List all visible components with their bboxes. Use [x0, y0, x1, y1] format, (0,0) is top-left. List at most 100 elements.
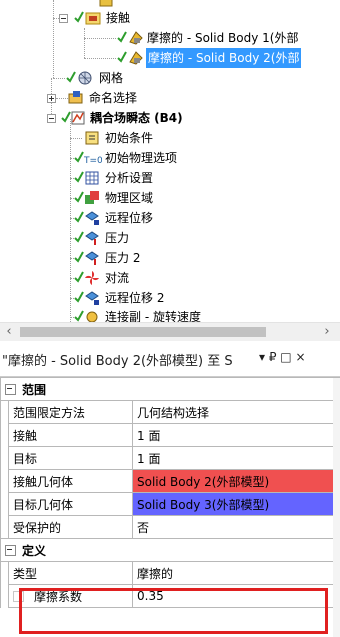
- scroll-right-icon[interactable]: ›: [318, 323, 336, 341]
- tree-item-connections-contact[interactable]: 接触: [58, 8, 338, 28]
- check-icon: [74, 211, 84, 223]
- tree-horizontal-scrollbar[interactable]: ‹ ›: [0, 322, 340, 341]
- tree-item-label: 初始条件: [105, 131, 154, 145]
- tree-item-pressure-2[interactable]: 压力 2: [70, 248, 330, 268]
- section-header-scope[interactable]: 范围: [0, 377, 340, 401]
- property-key: 目标几何体: [8, 492, 133, 516]
- tree-item-friction-1[interactable]: 摩擦的 - Solid Body 1(外部: [84, 28, 340, 48]
- tree-item-label: 网格: [99, 71, 124, 85]
- check-icon: [74, 291, 84, 303]
- property-key: 目标: [8, 446, 133, 470]
- tree-item-label: 接触: [106, 11, 131, 25]
- svg-text:T=0: T=0: [84, 156, 102, 166]
- mesh-icon: [77, 70, 93, 86]
- tree-item-initial-physics[interactable]: T=0 初始物理选项: [70, 148, 330, 168]
- check-icon: [74, 310, 84, 322]
- property-key: 接触: [8, 423, 133, 447]
- property-value[interactable]: 摩擦的: [131, 561, 340, 585]
- friction-contact-icon: [128, 50, 144, 66]
- tree-item-label: 分析设置: [105, 171, 154, 185]
- property-key: 受保护的: [8, 515, 133, 539]
- tree-item-analysis-settings[interactable]: 分析设置: [70, 168, 330, 188]
- collapse-toggle[interactable]: [5, 544, 16, 556]
- collapse-toggle[interactable]: [59, 14, 68, 23]
- highlight-annotation-box: [19, 588, 328, 634]
- details-vertical-scrollbar[interactable]: [333, 378, 340, 637]
- tree-item-label: 命名选择: [89, 91, 138, 105]
- property-row[interactable]: 接触几何体 Solid Body 2(外部模型): [0, 469, 340, 493]
- tree-item-physics-region[interactable]: 物理区域: [70, 188, 330, 208]
- property-row[interactable]: 受保护的 否: [0, 515, 340, 539]
- tree-item-label: 远程位移: [105, 211, 154, 225]
- tree-item-label: 压力: [105, 231, 130, 245]
- tree-item-label: 耦合场瞬态 (B4): [90, 111, 183, 125]
- tree-item-remote-displacement-2[interactable]: 远程位移 2: [70, 288, 330, 308]
- tree-item-remote-displacement[interactable]: 远程位移: [70, 208, 330, 228]
- property-row[interactable]: 目标几何体 Solid Body 3(外部模型): [0, 492, 340, 516]
- property-row[interactable]: 接触 1 面: [0, 423, 340, 447]
- property-row[interactable]: 目标 1 面: [0, 446, 340, 470]
- tree-item-joint-rotational-velocity[interactable]: 连接副 - 旋转速度: [70, 307, 330, 322]
- time-zero-icon: T=0: [83, 150, 103, 166]
- details-window-controls[interactable]: ▾ ₽ □ ×: [259, 350, 306, 364]
- tree-item-named-selections[interactable]: 命名选择: [46, 88, 326, 108]
- check-icon: [74, 171, 84, 183]
- tree-item-label: 初始物理选项: [105, 151, 178, 165]
- property-key: 类型: [8, 561, 133, 585]
- tree-item-label: 摩擦的 - Solid Body 2(外部: [146, 48, 302, 68]
- section-title: 范围: [22, 382, 47, 397]
- details-title: "摩擦的 - Solid Body 2(外部模型) 至 S: [2, 354, 233, 369]
- property-value[interactable]: 1 面: [131, 423, 340, 447]
- tree-item-pressure[interactable]: 压力: [70, 228, 330, 248]
- remote-displacement-icon: [84, 210, 100, 226]
- property-value-contact-body[interactable]: Solid Body 2(外部模型): [131, 469, 340, 493]
- friction-contact-icon: [128, 30, 144, 46]
- check-icon: [117, 31, 127, 43]
- check-icon: [74, 151, 84, 163]
- pressure-icon: [84, 230, 100, 246]
- tree-item-label: 连接副 - 旋转速度: [105, 310, 201, 322]
- contact-group-icon: [85, 10, 101, 26]
- remote-displacement-icon: [84, 290, 100, 306]
- analysis-system-icon: [70, 110, 86, 126]
- check-icon: [74, 11, 84, 23]
- tree-item-label: 摩擦的 - Solid Body 1(外部: [147, 31, 299, 45]
- tree-item-friction-2[interactable]: 摩擦的 - Solid Body 2(外部: [84, 48, 340, 68]
- tree-item-label: 对流: [105, 271, 130, 285]
- tree-item-mesh[interactable]: 网格: [53, 68, 333, 88]
- section-title: 定义: [22, 543, 47, 558]
- check-icon: [74, 191, 84, 203]
- check-icon: [74, 251, 84, 263]
- tree-item-label: 压力 2: [105, 251, 141, 265]
- property-key: 接触几何体: [8, 469, 133, 493]
- tree-item-coupled-field-transient[interactable]: 耦合场瞬态 (B4): [46, 108, 336, 128]
- tree-item-convection[interactable]: 对流: [70, 268, 330, 288]
- details-header: "摩擦的 - Solid Body 2(外部模型) 至 S ▾ ₽ □ ×: [0, 342, 340, 377]
- joint-load-icon: [84, 309, 100, 322]
- scroll-left-icon[interactable]: ‹: [0, 323, 18, 341]
- section-header-definition[interactable]: 定义: [0, 538, 340, 562]
- check-icon: [74, 271, 84, 283]
- property-value[interactable]: 几何结构选择: [131, 400, 340, 424]
- collapse-toggle[interactable]: [47, 114, 56, 123]
- property-key: 范围限定方法: [8, 400, 133, 424]
- physics-region-icon: [84, 190, 100, 206]
- convection-fan-icon: [84, 270, 100, 286]
- property-value[interactable]: 1 面: [131, 446, 340, 470]
- collapse-toggle[interactable]: [5, 383, 16, 395]
- scrollbar-thumb[interactable]: [20, 327, 266, 337]
- outline-tree[interactable]: 接触 摩擦的 - Solid Body 1(外部 摩擦的 - Solid Bod…: [0, 0, 340, 322]
- property-value[interactable]: 否: [131, 515, 340, 539]
- check-icon: [117, 51, 127, 63]
- property-value-target-body[interactable]: Solid Body 3(外部模型): [131, 492, 340, 516]
- check-icon: [66, 71, 76, 83]
- check-icon: [74, 231, 84, 243]
- property-row[interactable]: 范围限定方法 几何结构选择: [0, 400, 340, 424]
- tree-item-label: 物理区域: [105, 191, 154, 205]
- property-row[interactable]: 类型 摩擦的: [0, 561, 340, 585]
- details-grid: 范围 范围限定方法 几何结构选择 接触 1 面 目标 1 面 接触几何体 Sol…: [0, 377, 340, 608]
- tree-item-initial-conditions[interactable]: 初始条件: [70, 128, 330, 148]
- tree-item-label: 远程位移 2: [105, 291, 165, 305]
- named-selection-icon: [68, 90, 84, 106]
- expand-toggle[interactable]: [47, 94, 56, 103]
